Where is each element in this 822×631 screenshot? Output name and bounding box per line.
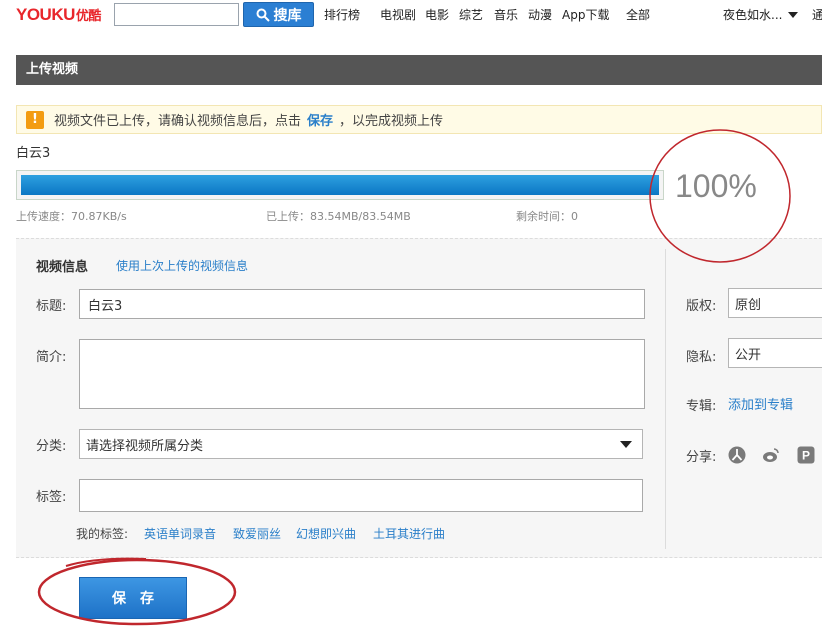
video-info-title: 视频信息 (36, 260, 89, 275)
page-title: 上传视频 (16, 55, 822, 85)
nav-item-rankings[interactable]: 排行榜 (324, 6, 360, 23)
nav-item-truncated[interactable]: 通 (812, 6, 822, 23)
category-select-value: 请选择视频所属分类 (86, 438, 204, 454)
category-select[interactable]: 请选择视频所属分类 (79, 429, 643, 459)
user-menu[interactable]: 夜色如水... (723, 6, 799, 23)
title-label: 标题: (36, 299, 67, 314)
logo-cn-text: 优酷 (75, 8, 102, 23)
copyright-label: 版权: (686, 299, 717, 314)
add-to-album-link[interactable]: 添加到专辑 (728, 394, 793, 413)
notice-text-prefix: 视频文件已上传，请确认视频信息后，点击 (54, 114, 302, 129)
privacy-label: 隐私: (686, 350, 717, 365)
my-tag-link[interactable]: 幻想即兴曲 (296, 525, 356, 542)
upload-progress-fill (21, 175, 659, 195)
search-button[interactable]: 搜库 (243, 2, 314, 27)
description-label: 简介: (36, 350, 67, 365)
privacy-select[interactable]: 公开 (728, 338, 822, 368)
nav-item-anime[interactable]: 动漫 (528, 6, 552, 23)
nav-item-app-download[interactable]: App下载 (562, 6, 609, 23)
warning-icon: ! (26, 110, 44, 129)
weibo-icon[interactable] (762, 446, 780, 464)
my-tag-link[interactable]: 英语单词录音 (144, 525, 216, 542)
my-tag-link[interactable]: 致爱丽丝 (233, 525, 281, 542)
chevron-down-icon (788, 12, 799, 18)
upload-percent: 100% (675, 168, 757, 204)
nav-item-variety[interactable]: 综艺 (459, 6, 483, 23)
upload-speed: 上传速度：70.87KB/s (16, 210, 127, 223)
save-button[interactable]: 保存 (79, 577, 187, 619)
category-label: 分类: (36, 439, 67, 454)
search-icon (256, 8, 270, 22)
top-nav-bar: YOUKU优酷 搜库 排行榜 电视剧 电影 综艺 音乐 动漫 App下载 全部 … (0, 0, 822, 30)
search-input[interactable] (114, 3, 239, 26)
renren-icon[interactable] (728, 446, 746, 464)
description-textarea[interactable] (79, 339, 645, 409)
nav-item-tv[interactable]: 电视剧 (380, 6, 416, 23)
svg-text:P: P (802, 449, 810, 463)
file-name: 白云3 (16, 146, 51, 161)
nav-item-music[interactable]: 音乐 (494, 6, 518, 23)
nav-item-movies[interactable]: 电影 (425, 6, 449, 23)
tags-label: 标签: (36, 490, 67, 505)
qq-space-icon[interactable]: P (797, 446, 815, 464)
share-label: 分享: (686, 450, 717, 465)
upload-progress-bar (16, 170, 664, 200)
remaining-time: 剩余时间：0 (516, 210, 578, 223)
uploaded-size: 已上传：83.54MB/83.54MB (266, 210, 411, 223)
search-button-label: 搜库 (273, 7, 302, 24)
notice-save-link[interactable]: 保存 (307, 110, 333, 129)
album-label: 专辑: (686, 399, 717, 414)
logo-text: YOUKU (16, 5, 75, 24)
nav-item-all[interactable]: 全部 (626, 6, 650, 23)
copyright-select[interactable]: 原创 (728, 288, 822, 318)
tags-input[interactable] (79, 479, 643, 512)
my-tags-label: 我的标签: (76, 527, 129, 541)
title-input[interactable]: 白云3 (79, 289, 645, 319)
reuse-last-info-link[interactable]: 使用上次上传的视频信息 (116, 257, 248, 274)
user-name: 夜色如水... (723, 8, 783, 22)
my-tag-link[interactable]: 土耳其进行曲 (373, 525, 445, 542)
panel-divider (665, 249, 666, 549)
upload-notice: ! 视频文件已上传，请确认视频信息后，点击 保存 ，以完成视频上传 (16, 105, 822, 134)
dropdown-arrow-icon (620, 441, 632, 448)
notice-text-suffix: ，以完成视频上传 (339, 114, 444, 129)
youku-logo[interactable]: YOUKU优酷 (16, 5, 101, 25)
